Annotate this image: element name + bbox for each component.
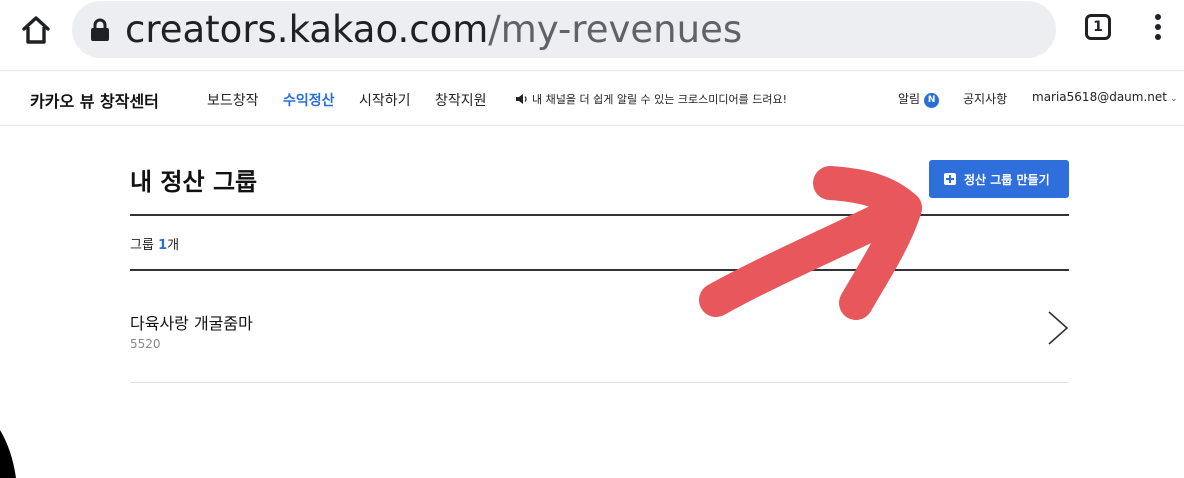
tab-count: 1 [1093, 19, 1103, 35]
group-count: 그룹 1개 [130, 234, 179, 253]
plus-square-icon [944, 173, 956, 185]
more-menu-icon[interactable] [1148, 14, 1168, 44]
group-count-prefix: 그룹 [130, 238, 159, 253]
account-email: maria5618@daum.net [1032, 90, 1167, 104]
group-list-item[interactable]: 다육사랑 개굴줌마 5520 [130, 300, 1069, 370]
notice-link[interactable]: 공지사항 [963, 90, 1007, 107]
browser-toolbar: creators.kakao.com/my-revenues 1 [0, 0, 1184, 71]
url-path: /my-revenues [488, 8, 743, 51]
chevron-right-icon [1048, 311, 1069, 345]
tab-switcher-button[interactable]: 1 [1085, 14, 1111, 40]
divider [130, 214, 1069, 216]
group-code: 5520 [130, 337, 161, 351]
address-bar[interactable]: creators.kakao.com/my-revenues [72, 1, 1056, 58]
create-group-label: 정산 그룹 만들기 [964, 173, 1050, 187]
url-host: creators.kakao.com [125, 8, 489, 51]
group-name: 다육사랑 개굴줌마 [130, 314, 253, 333]
group-count-value: 1 [158, 238, 168, 253]
account-menu[interactable]: maria5618@daum.net ⌄ [1032, 90, 1178, 104]
notifications-link[interactable]: 알림 N [898, 90, 940, 108]
nav-getting-started[interactable]: 시작하기 [359, 90, 411, 110]
nav-creator-support[interactable]: 창작지원 [435, 90, 487, 110]
divider [130, 382, 1069, 383]
lock-icon [90, 18, 110, 42]
new-badge: N [924, 93, 940, 108]
speaker-icon [516, 94, 527, 104]
nav-board-create[interactable]: 보드창작 [207, 90, 259, 110]
device-corner [0, 430, 16, 478]
site-header: 카카오 뷰 창작센터 보드창작 수익정산 시작하기 창작지원 내 채널을 더 쉽… [0, 71, 1184, 126]
group-count-suffix: 개 [167, 238, 180, 253]
divider [130, 269, 1069, 271]
nav-revenue[interactable]: 수익정산 [283, 90, 335, 110]
home-icon[interactable] [18, 12, 54, 48]
promo-text: 내 채널을 더 쉽게 알릴 수 있는 크로스미디어를 드려요! [532, 93, 788, 106]
chevron-down-icon: ⌄ [1169, 94, 1178, 104]
page-title: 내 정산 그룹 [130, 168, 258, 196]
promo-banner[interactable]: 내 채널을 더 쉽게 알릴 수 있는 크로스미디어를 드려요! [515, 91, 787, 107]
url-text: creators.kakao.com/my-revenues [125, 9, 742, 51]
create-group-button[interactable]: 정산 그룹 만들기 [929, 160, 1069, 198]
notifications-label: 알림 [898, 92, 921, 106]
site-logo[interactable]: 카카오 뷰 창작센터 [30, 88, 159, 112]
